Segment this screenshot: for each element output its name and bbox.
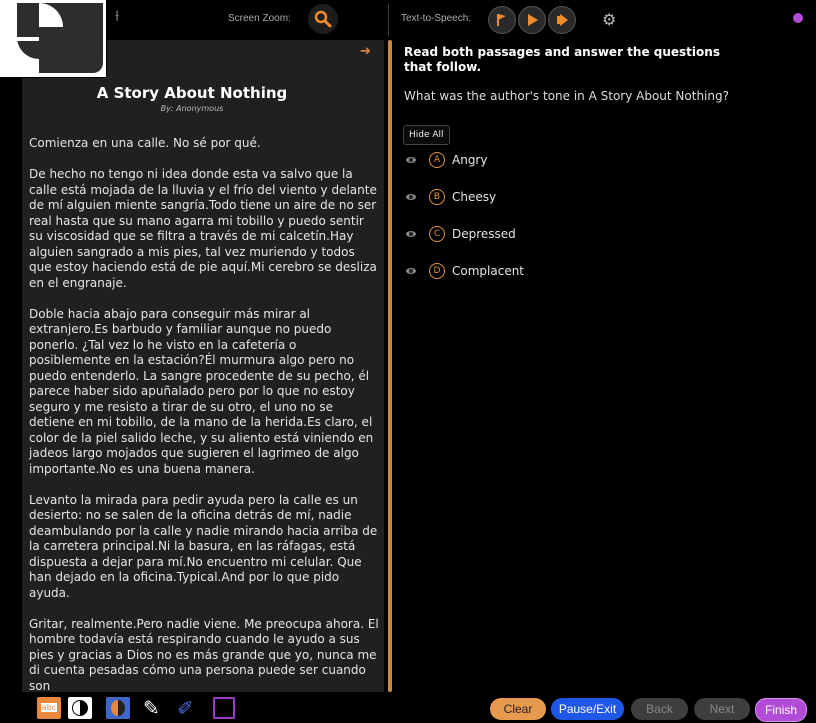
passage-paragraph: Doble hacia abajo para conseguir más mir… <box>29 306 374 476</box>
answer-text: Complacent <box>452 264 525 278</box>
toolbar-divider <box>388 4 389 36</box>
answer-option-d[interactable]: D Complacent <box>406 261 524 281</box>
tts-label: Text-to-Speech: <box>401 13 472 24</box>
zoom-button[interactable] <box>308 4 338 34</box>
notepad-icon[interactable] <box>213 697 235 719</box>
finish-button[interactable]: Finish <box>755 698 807 722</box>
flag-icon <box>497 14 506 26</box>
color-contrast-icon[interactable] <box>106 697 130 719</box>
passage-paragraph: De hecho no tengo ni idea donde esta va … <box>29 167 377 290</box>
eye-icon[interactable] <box>406 231 416 237</box>
status-dot <box>793 13 803 23</box>
search-icon <box>314 10 332 28</box>
contrast-icon[interactable] <box>68 697 92 719</box>
fast-forward-icon <box>557 14 568 26</box>
gear-icon[interactable]: ⚙ <box>602 10 616 29</box>
tts-play-button[interactable] <box>518 6 546 34</box>
answer-letter: B <box>429 189 445 205</box>
passage-body: Comienza en una calle. No sé por qué. De… <box>29 136 381 710</box>
answer-text: Depressed <box>452 227 516 241</box>
back-button[interactable]: Back <box>631 698 688 720</box>
passage-author: By: Anonymous <box>160 104 224 113</box>
next-button[interactable]: Next <box>694 698 750 720</box>
tts-forward-button[interactable] <box>548 6 576 34</box>
answer-letter: A <box>429 152 445 168</box>
passage-title: A Story About Nothing <box>96 84 288 102</box>
panel-resize-handle[interactable] <box>388 40 392 692</box>
passage-paragraph: Levanto la mirada para pedir ayuda pero … <box>29 492 378 600</box>
answer-option-a[interactable]: A Angry <box>406 150 487 170</box>
eye-icon[interactable] <box>406 157 416 163</box>
hide-all-button[interactable]: Hide All <box>403 125 450 145</box>
zoom-label: Screen Zoom: <box>228 13 291 24</box>
question-prompt: What was the author's tone in A Story Ab… <box>404 89 729 103</box>
answer-letter: D <box>429 263 445 279</box>
passage-paragraph: Gritar, realmente.Pero nadie viene. Me p… <box>29 616 379 693</box>
question-instructions: Read both passages and answer the questi… <box>404 45 720 74</box>
answer-text: Angry <box>452 153 488 167</box>
eye-icon[interactable] <box>406 194 416 200</box>
tts-mark-button[interactable] <box>488 6 516 34</box>
pause-exit-button[interactable]: Pause/Exit <box>551 698 624 720</box>
answer-option-b[interactable]: B Cheesy <box>406 187 496 207</box>
answer-option-c[interactable]: C Depressed <box>406 224 516 244</box>
clear-button[interactable]: Clear <box>490 698 546 720</box>
abc-masking-tool[interactable]: abc <box>37 697 61 719</box>
answer-text: Cheesy <box>452 190 497 204</box>
question-panel <box>396 40 816 692</box>
eye-icon[interactable] <box>406 268 416 274</box>
app-logo <box>0 0 107 78</box>
play-icon <box>528 14 538 26</box>
arrow-right-icon[interactable]: ➔ <box>360 44 371 59</box>
abc-label: abc <box>40 703 58 712</box>
answer-letter: C <box>429 226 445 242</box>
passage-paragraph: Comienza en una calle. No sé por qué. <box>29 136 261 150</box>
highlighter-icon[interactable]: ✐ <box>177 697 201 719</box>
sparkle-icon: ⟊ <box>115 6 120 25</box>
pencil-icon[interactable]: ✎ <box>143 697 167 719</box>
logo-mark <box>3 3 103 73</box>
